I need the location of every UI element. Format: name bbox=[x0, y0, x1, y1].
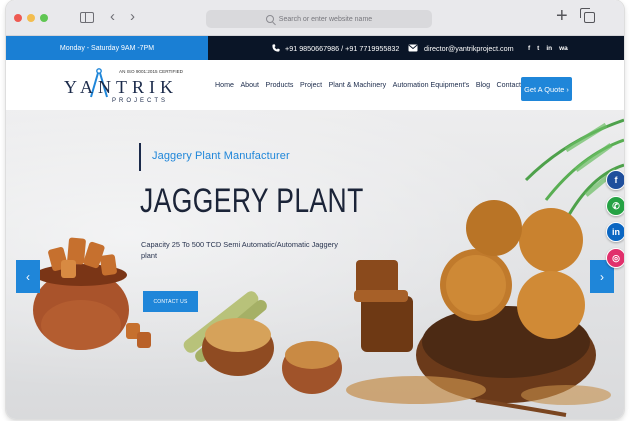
hero-title: JAGGERY PLANT bbox=[140, 182, 364, 220]
hero-subtitle: Jaggery Plant Manufacturer bbox=[152, 150, 290, 162]
sidebar-toggle-icon[interactable] bbox=[80, 12, 94, 23]
tabs-overview-icon[interactable] bbox=[580, 8, 595, 23]
close-window-button[interactable] bbox=[14, 14, 22, 22]
forward-arrow-icon[interactable]: › bbox=[130, 8, 135, 26]
linkedin-icon[interactable]: in bbox=[546, 45, 552, 52]
phone-contact[interactable]: +91 9850667986 / +91 7719955832 bbox=[272, 36, 399, 60]
top-social-links: f t in wa bbox=[528, 36, 568, 60]
hero-product-image bbox=[33, 118, 624, 417]
minimize-window-button[interactable] bbox=[27, 14, 35, 22]
mail-icon bbox=[408, 44, 418, 52]
nav-item-home[interactable]: Home bbox=[215, 81, 234, 89]
back-arrow-icon[interactable]: ‹ bbox=[110, 8, 115, 26]
main-navigation: Home About Products Project Plant & Mach… bbox=[215, 60, 521, 110]
browser-toolbar: ‹ › Search or enter website name + bbox=[6, 0, 624, 36]
nav-item-blog[interactable]: Blog bbox=[476, 81, 490, 89]
address-bar[interactable]: Search or enter website name bbox=[206, 10, 432, 28]
nav-item-about[interactable]: About bbox=[240, 81, 259, 89]
site-logo[interactable]: AN ISO 9001:2015 CERTIFIED YANTRIK PROJE… bbox=[64, 66, 204, 108]
site-header: AN ISO 9001:2015 CERTIFIED YANTRIK PROJE… bbox=[6, 60, 624, 110]
twitter-icon[interactable]: t bbox=[537, 45, 539, 52]
brand-subtitle: PROJECTS bbox=[112, 98, 169, 104]
nav-item-automation-equipments[interactable]: Automation Equipment's bbox=[393, 81, 470, 89]
iso-certification: AN ISO 9001:2015 CERTIFIED bbox=[119, 69, 184, 74]
browser-window: ‹ › Search or enter website name + Monda… bbox=[6, 0, 624, 419]
slider-prev-button[interactable]: ‹ bbox=[16, 260, 40, 293]
whatsapp-icon[interactable]: wa bbox=[559, 45, 568, 52]
address-placeholder: Search or enter website name bbox=[278, 15, 373, 23]
float-whatsapp-icon[interactable]: ✆ bbox=[606, 196, 624, 216]
nav-item-project[interactable]: Project bbox=[300, 81, 322, 89]
maximize-window-button[interactable] bbox=[40, 14, 48, 22]
contact-us-button[interactable]: CONTACT US bbox=[143, 291, 198, 312]
email-address: director@yantrikproject.com bbox=[424, 43, 514, 53]
nav-item-plant-machinery[interactable]: Plant & Machinery bbox=[329, 81, 387, 89]
email-contact[interactable]: director@yantrikproject.com bbox=[408, 36, 514, 60]
float-instagram-icon[interactable]: ◎ bbox=[606, 248, 624, 268]
search-icon bbox=[265, 15, 274, 23]
nav-item-products[interactable]: Products bbox=[265, 81, 293, 89]
top-info-bar: Monday - Saturday 9AM -7PM +91 985066798… bbox=[6, 36, 624, 60]
brand-name: YANTRIK bbox=[64, 77, 178, 97]
new-tab-plus-icon[interactable]: + bbox=[556, 5, 568, 27]
get-a-quote-button[interactable]: Get A Quote › bbox=[521, 77, 572, 101]
float-facebook-icon[interactable]: f bbox=[606, 170, 624, 190]
hero-description: Capacity 25 To 500 TCD Semi Automatic/Au… bbox=[141, 240, 338, 260]
business-hours: Monday - Saturday 9AM -7PM bbox=[6, 36, 208, 60]
facebook-icon[interactable]: f bbox=[528, 45, 530, 52]
phone-icon bbox=[272, 44, 280, 52]
subtitle-accent-bar bbox=[139, 143, 141, 171]
hero-slider: Jaggery Plant Manufacturer JAGGERY PLANT… bbox=[6, 110, 624, 419]
float-linkedin-icon[interactable]: in bbox=[606, 222, 624, 242]
nav-item-contact[interactable]: Contact bbox=[497, 81, 521, 89]
phone-numbers: +91 9850667986 / +91 7719955832 bbox=[285, 43, 400, 53]
